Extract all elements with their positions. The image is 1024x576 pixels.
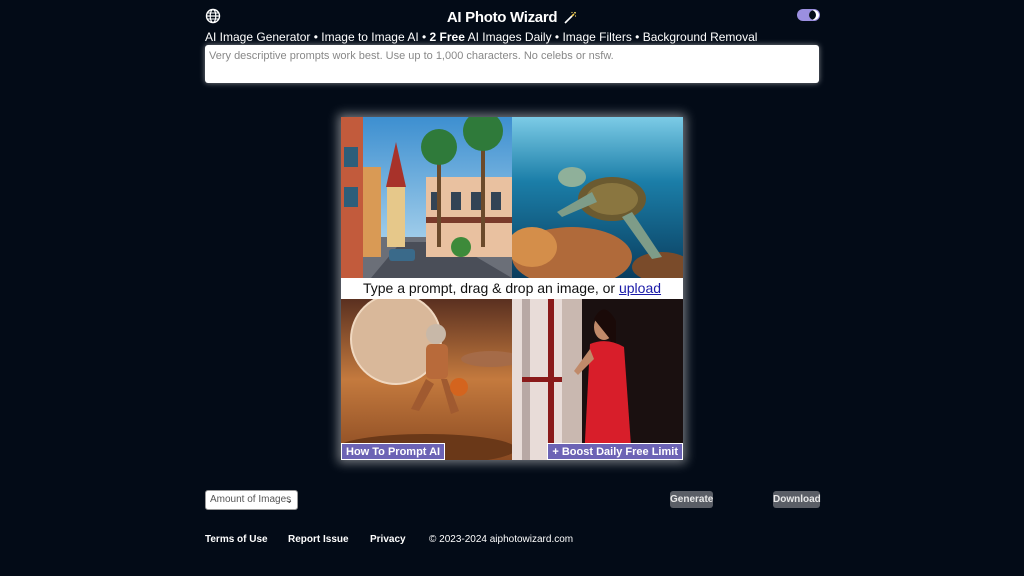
sample-image-astronaut xyxy=(341,299,512,460)
sample-image-woman xyxy=(512,299,683,460)
nav-separator: • xyxy=(310,30,322,44)
drop-instruction: Type a prompt, drag & drop an image, or xyxy=(362,280,619,296)
moon-icon xyxy=(809,10,819,20)
page-title: AI Photo Wizard xyxy=(0,9,1024,26)
nav-separator: • xyxy=(418,30,430,44)
sample-image-street xyxy=(341,117,512,278)
footer-copyright: © 2023-2024 aiphotowizard.com xyxy=(429,534,574,545)
sample-gallery[interactable]: Type a prompt, drag & drop an image, or … xyxy=(341,117,683,460)
nav-ai-image-generator[interactable]: AI Image Generator xyxy=(205,30,310,44)
magic-wand-icon xyxy=(564,11,577,24)
prompt-input[interactable] xyxy=(205,45,819,83)
title-text: AI Photo Wizard xyxy=(446,9,558,26)
upload-link[interactable]: upload xyxy=(619,280,661,296)
generate-button[interactable]: Generate xyxy=(670,491,713,508)
drop-zone-text[interactable]: Type a prompt, drag & drop an image, or … xyxy=(341,278,683,299)
how-to-prompt-button[interactable]: How To Prompt AI xyxy=(341,443,446,460)
free-label: AI Images Daily xyxy=(464,30,552,44)
nav-separator: • xyxy=(631,30,643,44)
footer-privacy-link[interactable]: Privacy xyxy=(370,534,406,545)
nav-image-filters[interactable]: Image Filters xyxy=(562,30,631,44)
sample-image-turtle xyxy=(512,117,683,278)
free-count: 2 Free xyxy=(429,30,465,44)
nav-image-to-image[interactable]: Image to Image AI xyxy=(321,30,418,44)
amount-select-value: Amount of Images xyxy=(210,494,292,505)
footer-terms-link[interactable]: Terms of Use xyxy=(205,534,268,545)
footer-report-link[interactable]: Report Issue xyxy=(288,534,349,545)
nav-links: AI Image Generator • Image to Image AI •… xyxy=(205,30,757,44)
chevron-down-icon: ⌄ xyxy=(285,495,293,505)
nav-background-removal[interactable]: Background Removal xyxy=(643,30,758,44)
nav-separator: • xyxy=(551,30,563,44)
download-button[interactable]: Download xyxy=(773,491,821,508)
boost-limit-button[interactable]: + Boost Daily Free Limit xyxy=(547,443,683,460)
nav-free-images-daily[interactable]: 2 Free AI Images Daily xyxy=(430,30,552,44)
amount-of-images-select[interactable]: Amount of Images ⌄ xyxy=(205,490,298,510)
dark-mode-toggle[interactable] xyxy=(797,9,820,21)
